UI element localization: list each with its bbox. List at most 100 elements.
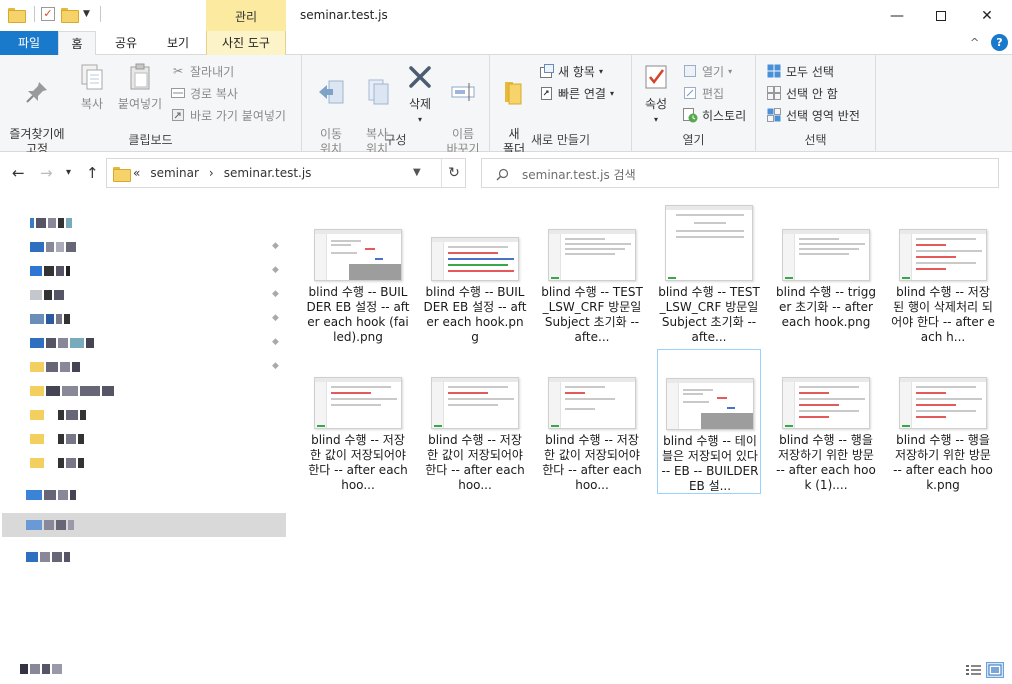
invert-selection-icon: [766, 107, 782, 123]
minimize-button[interactable]: —: [874, 0, 920, 31]
file-tile[interactable]: blind 수행 -- BUILDER EB 설정 -- after each …: [306, 201, 410, 346]
new-folder-icon[interactable]: [61, 7, 79, 23]
nav-item[interactable]: ◆: [0, 331, 292, 355]
cut-label: 잘라내기: [190, 64, 235, 79]
nav-item[interactable]: [0, 403, 292, 427]
file-tile[interactable]: blind 수행 -- BUILDER EB 설정 -- after each …: [423, 201, 527, 346]
image-thumbnail: [314, 229, 402, 281]
nav-item[interactable]: [0, 483, 292, 507]
file-tile[interactable]: blind 수행 -- 저장한 값이 저장되어야 한다 -- after eac…: [306, 349, 410, 494]
new-item-dropdown-icon: ▾: [598, 66, 603, 76]
open-button[interactable]: 열기 ▾: [682, 61, 732, 81]
nav-item[interactable]: ◆: [0, 307, 292, 331]
file-tile[interactable]: blind 수행 -- TEST_LSW_CRF 방문일 Subject 초기화…: [657, 201, 761, 346]
file-tile[interactable]: blind 수행 -- trigger 초기화 -- after each ho…: [774, 201, 878, 346]
maximize-button[interactable]: [918, 0, 964, 31]
history-icon: [682, 107, 698, 123]
new-item-button[interactable]: 새 항목 ▾: [538, 61, 603, 81]
ribbon-collapse-icon[interactable]: ^: [970, 36, 979, 49]
search-box[interactable]: seminar.test.js 검색: [481, 158, 999, 188]
tab-file[interactable]: 파일: [0, 31, 58, 55]
select-none-button[interactable]: 선택 안 함: [766, 83, 838, 103]
refresh-button[interactable]: ↻: [441, 159, 466, 187]
nav-item[interactable]: ◆: [0, 355, 292, 379]
nav-item[interactable]: ◆: [0, 283, 292, 307]
close-button[interactable]: ✕: [964, 0, 1010, 31]
file-name: blind 수행 -- 저장한 값이 저장되어야 한다 -- after eac…: [308, 433, 408, 492]
new-item-icon: [538, 63, 554, 79]
organize-group: 이동 위치 ▾ 복사 위치 ▾ 삭제 ▾ 이름: [302, 55, 490, 170]
file-tile[interactable]: blind 수행 -- 저장한 값이 저장되어야 한다 -- after eac…: [423, 349, 527, 494]
file-tile-selected[interactable]: blind 수행 -- 테이블은 저장되어 있다 -- EB -- BUILDE…: [657, 349, 761, 494]
copy-path-label: 경로 복사: [190, 86, 238, 101]
easy-access-button[interactable]: 빠른 연결 ▾: [538, 83, 614, 103]
nav-item[interactable]: [0, 451, 292, 475]
forward-button[interactable]: →: [40, 164, 53, 182]
details-view-button[interactable]: [965, 662, 983, 678]
tab-view[interactable]: 보기: [158, 31, 198, 55]
tab-home[interactable]: 홈: [58, 31, 96, 56]
back-button[interactable]: ←: [12, 164, 25, 182]
recent-locations-icon[interactable]: ▾: [66, 167, 71, 178]
breadcrumb: « seminar › seminar.test.js: [133, 166, 311, 180]
breadcrumb-separator[interactable]: ›: [209, 166, 214, 180]
toolbar-divider: [99, 6, 101, 22]
redacted-label: [30, 217, 72, 229]
nav-item[interactable]: [0, 427, 292, 451]
nav-item[interactable]: [0, 379, 292, 403]
properties-button[interactable]: 속성 ▾: [640, 61, 672, 127]
paste-button[interactable]: 붙여넣기: [114, 61, 166, 112]
select-all-button[interactable]: 모두 선택: [766, 61, 834, 81]
file-name: blind 수행 -- 테이블은 저장되어 있다 -- EB -- BUILDE…: [661, 434, 759, 493]
file-tile[interactable]: blind 수행 -- 행을 저장하기 위한 방문 -- after each …: [774, 349, 878, 494]
large-icons-view-button[interactable]: [986, 662, 1004, 678]
maximize-icon: [936, 10, 946, 21]
select-group: 모두 선택 선택 안 함 선택 영역 반전 선택: [756, 55, 876, 152]
paste-shortcut-icon: [170, 107, 186, 123]
new-item-label: 새 항목: [558, 64, 595, 79]
file-name: blind 수행 -- 저장한 값이 저장되어야 한다 -- after eac…: [542, 433, 642, 492]
properties-label: 속성: [644, 97, 668, 111]
invert-selection-button[interactable]: 선택 영역 반전: [766, 105, 860, 125]
nav-item[interactable]: [0, 545, 292, 569]
nav-item-selected[interactable]: [2, 513, 286, 537]
delete-button[interactable]: 삭제 ▾: [402, 61, 438, 127]
copy-button[interactable]: 복사: [70, 61, 114, 112]
status-bar: [0, 654, 1012, 684]
paste-shortcut-button[interactable]: 바로 가기 붙여넣기: [170, 105, 286, 125]
tab-share[interactable]: 공유: [106, 31, 146, 55]
nav-item[interactable]: ◆: [0, 259, 292, 283]
properties-icon[interactable]: ✓: [41, 7, 55, 21]
edit-button[interactable]: 편집: [682, 83, 724, 103]
file-tile[interactable]: blind 수행 -- 저장한 값이 저장되어야 한다 -- after eac…: [540, 349, 644, 494]
breadcrumb-overflow[interactable]: «: [133, 166, 140, 180]
address-dropdown-icon[interactable]: ▼: [413, 167, 421, 178]
customize-toolbar-icon[interactable]: ▼: [83, 9, 90, 19]
paste-shortcut-label: 바로 가기 붙여넣기: [190, 108, 286, 123]
breadcrumb-seminar[interactable]: seminar: [150, 166, 199, 180]
file-grid: blind 수행 -- BUILDER EB 설정 -- after each …: [292, 193, 1012, 654]
up-button[interactable]: ↑: [86, 164, 99, 182]
copy-path-button[interactable]: 경로 복사: [170, 83, 238, 103]
file-tile[interactable]: blind 수행 -- 행을 저장하기 위한 방문 -- after each …: [891, 349, 995, 494]
address-bar[interactable]: « seminar › seminar.test.js ▼ ↻: [106, 158, 466, 188]
cut-button[interactable]: ✂ 잘라내기: [170, 61, 234, 81]
context-tab-header: 관리: [206, 0, 286, 31]
nav-item[interactable]: [0, 211, 292, 235]
redacted-label: [30, 457, 84, 469]
image-thumbnail: [899, 229, 987, 281]
tab-picture-tools[interactable]: 사진 도구: [206, 31, 286, 55]
history-button[interactable]: 히스토리: [682, 105, 746, 125]
file-tile[interactable]: blind 수행 -- 저장된 행이 삭제처리 되어야 한다 -- after …: [891, 201, 995, 346]
pin-icon: ◆: [272, 241, 279, 251]
history-label: 히스토리: [702, 108, 747, 123]
select-none-icon: [766, 85, 782, 101]
paste-label: 붙여넣기: [117, 97, 163, 111]
file-name: blind 수행 -- 행을 저장하기 위한 방문 -- after each …: [776, 433, 876, 492]
file-tile[interactable]: blind 수행 -- TEST_LSW_CRF 방문일 Subject 초기화…: [540, 201, 644, 346]
breadcrumb-current[interactable]: seminar.test.js: [224, 166, 312, 180]
help-icon[interactable]: ?: [991, 34, 1008, 51]
redacted-label: [30, 337, 94, 349]
edit-icon: [682, 85, 698, 101]
nav-item[interactable]: ◆: [0, 235, 292, 259]
